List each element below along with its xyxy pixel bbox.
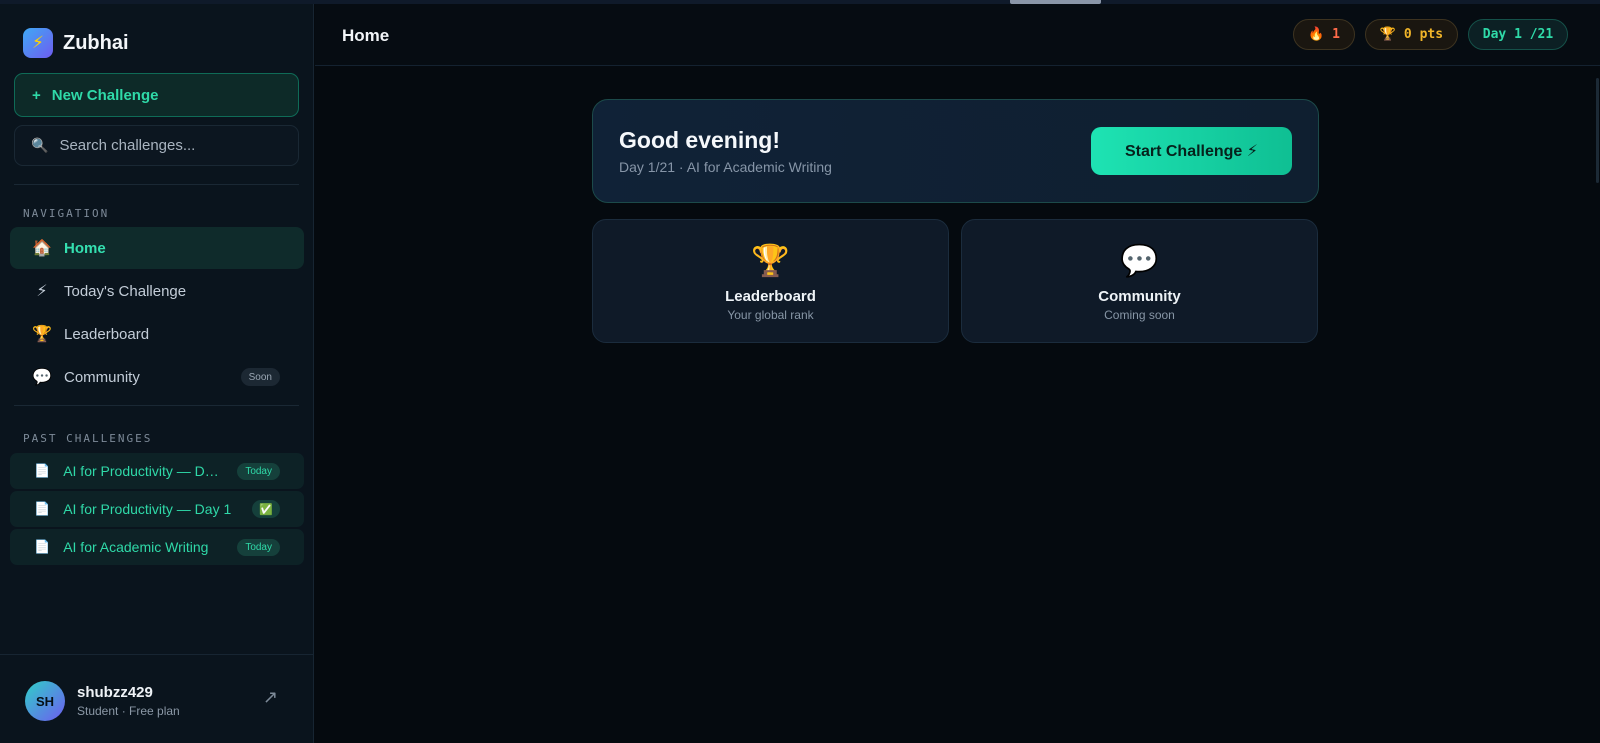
today-badge: Today [237,539,280,556]
sidebar: ⚡ Zubhai + New Challenge 🔍 NAVIGATION 🏠 … [0,4,314,743]
scrollbar-thumb[interactable] [1596,78,1599,183]
speech-bubble-icon: 💬 [32,369,52,386]
document-icon: 📄 [34,501,51,516]
brand-name: Zubhai [63,31,129,54]
greeting-subtitle: Day 1/21 · AI for Academic Writing [619,159,832,175]
greeting-banner: Good evening! Day 1/21 · AI for Academic… [592,99,1319,203]
document-icon: 📄 [34,539,51,554]
greeting-title: Good evening! [619,127,780,153]
page-title: Home [342,26,390,45]
document-icon: 📄 [34,463,51,478]
past-challenge-item[interactable]: 📄 AI for Productivity — Day 1 ✅ [10,491,304,527]
card-subtitle: Coming soon [1104,308,1175,322]
avatar[interactable]: SH [25,681,65,721]
check-mark-icon: ✅ [252,500,280,518]
brand[interactable]: ⚡ Zubhai [23,28,129,58]
arrow-up-right-icon[interactable]: ↗ [263,687,278,708]
card-title: Leaderboard [725,288,816,305]
past-challenge-item[interactable]: 📄 AI for Productivity — Day 1 Today [10,453,304,489]
divider [14,184,299,185]
leaderboard-card[interactable]: 🏆 Leaderboard Your global rank [592,219,949,343]
speech-bubble-icon: 💬 [1120,243,1159,278]
search-icon: 🔍 [31,137,49,153]
start-challenge-button[interactable]: Start Challenge ⚡ [1091,127,1292,175]
sidebar-item-label: Home [64,239,106,257]
sidebar-item-label: Leaderboard [64,325,150,343]
new-challenge-button[interactable]: + New Challenge [14,73,299,117]
user-name: shubzz429 [77,684,153,701]
past-challenge-label: AI for Productivity — Day 1 [63,501,232,517]
search-input[interactable] [59,137,280,154]
community-card[interactable]: 💬 Community Coming soon [961,219,1318,343]
past-challenge-label: AI for Productivity — Day 1 [63,463,220,479]
soon-badge: Soon [240,368,280,386]
past-challenge-label: AI for Academic Writing [63,539,209,555]
sidebar-item-community[interactable]: 💬 Community Soon [10,356,304,398]
today-badge: Today [237,463,280,480]
sidebar-item-home[interactable]: 🏠 Home [10,227,304,269]
home-icon: 🏠 [32,240,52,257]
streak-badge[interactable]: 🔥 1 [1293,19,1355,50]
lightning-icon: ⚡ [23,28,53,58]
sidebar-item-leaderboard[interactable]: 🏆 Leaderboard [10,313,304,355]
plus-icon: + [32,86,41,104]
sidebar-item-label: Today's Challenge [64,282,187,300]
past-challenges-section-label: PAST CHALLENGES [23,432,153,445]
lightning-icon: ⚡ [36,283,48,300]
sidebar-item-todays-challenge[interactable]: ⚡ Today's Challenge [10,270,304,312]
points-badge[interactable]: 🏆 0 pts [1365,19,1458,50]
search-box[interactable]: 🔍 [14,125,299,166]
trophy-icon: 🏆 [751,243,790,278]
top-header: Home 🔥 1 🏆 0 pts Day 1 /21 [315,4,1600,66]
new-challenge-label: New Challenge [51,86,159,104]
divider [14,405,299,406]
past-challenge-item[interactable]: 📄 AI for Academic Writing Today [10,529,304,565]
user-plan: Student · Free plan [77,704,180,718]
trophy-icon: 🏆 [32,326,52,343]
card-subtitle: Your global rank [727,308,814,322]
navigation-section-label: NAVIGATION [23,207,110,220]
card-title: Community [1098,288,1181,305]
user-profile: SH shubzz429 Student · Free plan ↗ [0,654,314,743]
sidebar-item-label: Community [64,368,140,386]
day-progress-badge[interactable]: Day 1 /21 [1468,19,1568,50]
